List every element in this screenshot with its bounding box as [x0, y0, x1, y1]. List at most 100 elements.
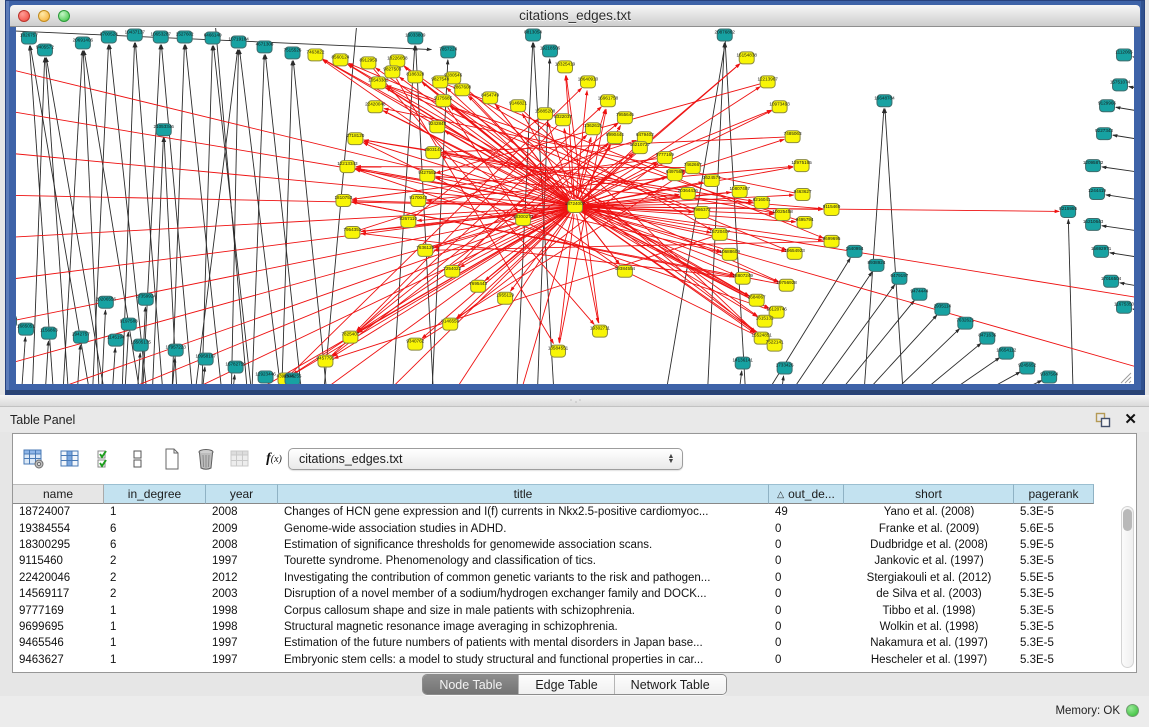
- panel-splitter[interactable]: [0, 395, 1149, 407]
- graph-node-label: 9827548: [431, 76, 449, 81]
- splitter-handle-icon[interactable]: [568, 398, 582, 404]
- graph-node-label: 9245652: [1018, 363, 1036, 368]
- graph-edge: [1113, 135, 1134, 148]
- graph-node-label: 10437137: [125, 29, 146, 34]
- column-header-in-degree[interactable]: in_degree: [104, 484, 206, 504]
- vertical-scrollbar[interactable]: [1121, 506, 1134, 668]
- graph-node-label: 14136141: [733, 358, 754, 363]
- graph-edge: [1068, 219, 1074, 384]
- graph-node-label: 19654923: [784, 248, 805, 253]
- table-cell: 2009: [206, 523, 278, 535]
- graph-edge: [735, 371, 742, 384]
- table-cell: 1: [104, 621, 206, 633]
- graph-node-label: 6216041: [753, 197, 771, 202]
- graph-edge: [1133, 309, 1134, 321]
- table-row[interactable]: 2242004622012Investigating the contribut…: [13, 570, 1121, 586]
- table-cell: Franke et al. (2009): [844, 523, 1014, 535]
- table-toolbar: f(x) citations_edges.txt ▲▼: [13, 434, 1136, 484]
- row-select-checks-icon[interactable]: [93, 446, 119, 472]
- table-cell: 0: [769, 588, 844, 600]
- graph-node-label: 9827503: [383, 66, 401, 71]
- graph-node-label: 8813054: [524, 29, 542, 34]
- table-cell: 1997: [206, 654, 278, 666]
- float-window-icon[interactable]: [1095, 412, 1111, 428]
- minimize-icon[interactable]: [38, 10, 50, 22]
- memory-ok-icon[interactable]: [1126, 704, 1139, 717]
- rows-icon[interactable]: [125, 446, 151, 472]
- graph-node-label: 2867608: [453, 84, 471, 89]
- sort-ascending-icon: △: [777, 489, 784, 500]
- graph-node-label: 7632621: [956, 318, 974, 323]
- graph-edge: [1116, 107, 1134, 119]
- column-header-name[interactable]: name: [13, 484, 104, 504]
- function-fx-icon[interactable]: f(x): [261, 446, 287, 472]
- graph-node-label: 7463822: [307, 49, 325, 54]
- graph-node-label: 10807487: [730, 186, 751, 191]
- graph-edge: [1120, 283, 1134, 295]
- tab-edge-table[interactable]: Edge Table: [519, 675, 614, 694]
- memory-label: Memory: OK: [1055, 705, 1120, 717]
- network-window-title: citations_edges.txt: [10, 8, 1140, 23]
- table-cell: 5.3E-5: [1014, 605, 1094, 617]
- column-header-out-de-[interactable]: △out_de...: [769, 484, 844, 504]
- table-row[interactable]: 977716911998Corpus callosum shape and si…: [13, 602, 1121, 618]
- citation-network-graph[interactable]: 1872400785601248912953182260589827503105…: [16, 27, 1134, 384]
- graph-node-label: 12213343: [337, 161, 358, 166]
- application-window: citations_edges.txt 18724007856012489129…: [0, 0, 1149, 727]
- panel-title: Table Panel: [10, 413, 75, 427]
- graph-edge: [917, 372, 1020, 384]
- close-icon[interactable]: [18, 10, 30, 22]
- table-cell: 5.3E-5: [1014, 621, 1094, 633]
- table-settings-icon[interactable]: [21, 446, 47, 472]
- column-header-short[interactable]: short: [844, 484, 1014, 504]
- graph-node-label: 8322037: [554, 114, 572, 119]
- column-header-pagerank[interactable]: pagerank: [1014, 484, 1094, 504]
- graph-node-label: 1244419: [1088, 188, 1106, 193]
- graph-node-label: 8938924: [868, 260, 886, 265]
- column-visibility-icon[interactable]: [57, 446, 83, 472]
- graph-node-label: 6466140: [204, 32, 222, 37]
- table-row[interactable]: 1872400712008Changes of HCN gene express…: [13, 504, 1121, 520]
- table-row[interactable]: 1456911722003Disruption of a novel membe…: [13, 586, 1121, 602]
- table-cell: 5.9E-5: [1014, 539, 1094, 551]
- table-cell: 2: [104, 555, 206, 567]
- column-header-title[interactable]: title: [278, 484, 769, 504]
- table-row[interactable]: 911546021997Tourette syndrome. Phenomeno…: [13, 553, 1121, 569]
- network-window-titlebar[interactable]: citations_edges.txt: [10, 5, 1140, 27]
- graph-edge: [885, 109, 905, 384]
- graph-node-label: 9777169: [656, 152, 674, 157]
- new-document-icon[interactable]: [159, 446, 185, 472]
- table-row[interactable]: 946554611997Estimation of the future num…: [13, 635, 1121, 651]
- graph-node-label: 19302711: [590, 326, 610, 331]
- graph-node-label: 13505135: [131, 340, 152, 345]
- table-row[interactable]: 1830029562008Estimation of significance …: [13, 537, 1121, 553]
- graph-edge: [135, 43, 165, 384]
- network-canvas[interactable]: 1872400785601248912953182260589827503105…: [16, 27, 1134, 384]
- tab-network-table[interactable]: Network Table: [615, 675, 726, 694]
- resize-grip[interactable]: [1121, 373, 1131, 383]
- graph-node-label: 15720407: [710, 229, 731, 234]
- graph-node-label: 9115460: [823, 204, 841, 209]
- graph-node-label: 8454749: [481, 92, 499, 97]
- graph-node-label: 16210643: [1083, 219, 1104, 224]
- graph-node-label: 9334255: [284, 374, 302, 379]
- table-row[interactable]: 946362711997Embryonic stem cells: a mode…: [13, 652, 1121, 668]
- graph-node-label: 1362615: [584, 123, 602, 128]
- column-header-year[interactable]: year: [206, 484, 278, 504]
- graph-edge: [214, 46, 256, 384]
- close-icon[interactable]: ✕: [1124, 410, 1137, 428]
- graph-node-label: 9427552: [418, 170, 436, 175]
- table-row[interactable]: 1938455462009Genome-wide association stu…: [13, 520, 1121, 536]
- delete-trash-icon[interactable]: [193, 446, 219, 472]
- graph-edge: [186, 45, 226, 384]
- table-row[interactable]: 969969511998Structural magnetic resonanc…: [13, 619, 1121, 635]
- graph-node-label: 12213967: [757, 76, 778, 81]
- graph-node-label: 7954351: [343, 227, 361, 232]
- graph-node-label: 7515526: [284, 47, 302, 52]
- graph-node-label: 10958167: [195, 354, 216, 359]
- zoom-icon[interactable]: [58, 10, 70, 22]
- tab-node-table[interactable]: Node Table: [423, 675, 519, 694]
- network-table-dropdown[interactable]: citations_edges.txt ▲▼: [288, 448, 683, 470]
- scrollbar-thumb[interactable]: [1123, 509, 1132, 531]
- table-cell: 9115460: [13, 555, 104, 567]
